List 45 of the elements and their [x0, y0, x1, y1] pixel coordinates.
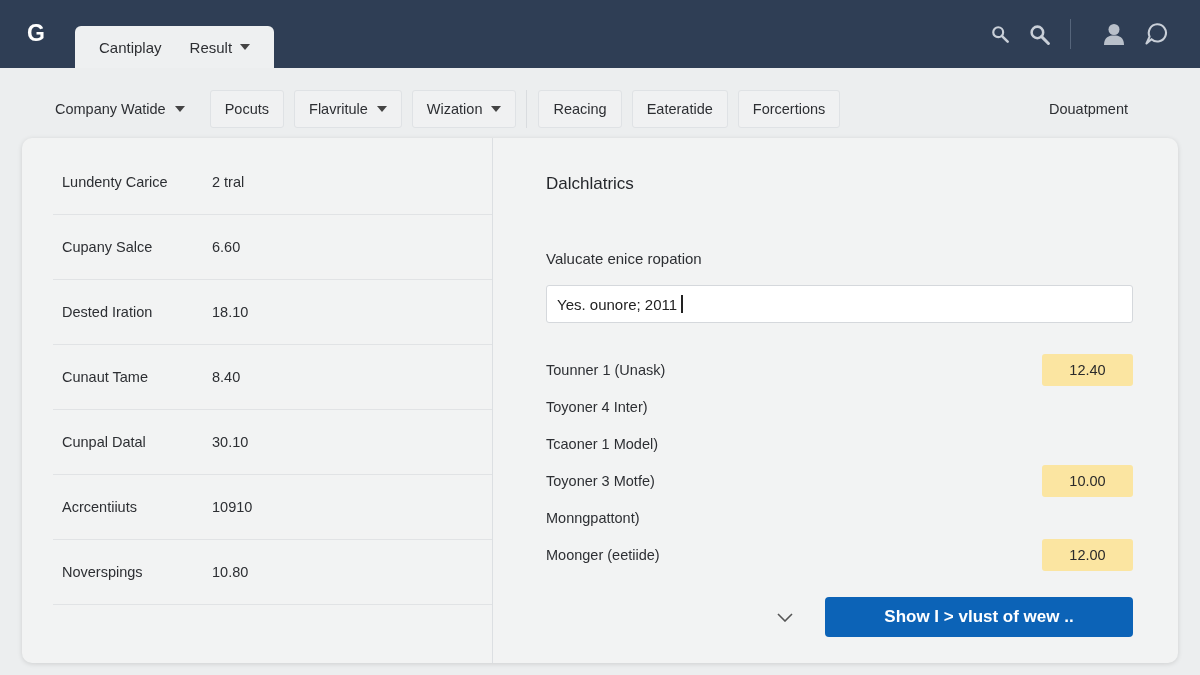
result-dropdown[interactable]: Result [189, 38, 251, 56]
row-label: Acrcentiiuts [62, 499, 138, 515]
toolbar-button[interactable]: Reacing [538, 90, 622, 128]
toolbar-button[interactable]: Pocuts [209, 90, 285, 128]
row-value: 2 tral [212, 174, 245, 190]
row-label: Cunpal Datal [62, 434, 147, 450]
search-icon[interactable] [991, 25, 1009, 43]
row-label: Cupany Salce [62, 239, 154, 255]
value-tag: 12.40 [1042, 353, 1133, 386]
row-value: 10910 [212, 499, 253, 515]
row-label: Noverspings [62, 564, 144, 580]
row-value: 18.10 [212, 304, 249, 320]
row-value: 30.10 [212, 434, 249, 450]
row-value: 6.60 [212, 239, 241, 255]
toolbar-button[interactable]: Douatpment [1034, 90, 1143, 128]
row-label: Dested Iration [62, 304, 154, 320]
caret-icon [240, 44, 251, 50]
list-item-label: Tounner 1 (Unask) [546, 361, 666, 378]
toolbar-button[interactable]: Forcertions [737, 90, 841, 128]
list-item-label: Tcaoner 1 Model) [546, 435, 659, 452]
logo: G [27, 20, 46, 47]
list-item-label: Toyoner 3 Motfe) [546, 472, 655, 489]
section-title: Dalchlatrics [546, 173, 635, 195]
toolbar-button[interactable]: Eateratide [631, 90, 728, 128]
toolbar-button[interactable]: Wization [411, 90, 517, 128]
row-value: 10.80 [212, 564, 249, 580]
show-button[interactable]: Show I > vlust of wew .. [825, 597, 1133, 637]
toolbar-button[interactable]: Company Watide [40, 90, 200, 128]
toolbar-button[interactable]: Flavritule [294, 90, 402, 128]
field-label: Valucate enice ropation [546, 249, 703, 269]
list-item-label: Moonger (eetiide) [546, 546, 660, 563]
row-label: Lundenty Carice [62, 174, 169, 190]
text-cursor-icon [681, 295, 683, 313]
tab[interactable]: Cantiplay Result [75, 26, 275, 68]
value-tag: 12.00 [1042, 538, 1133, 571]
search-icon[interactable] [1029, 23, 1050, 45]
input-field[interactable]: Yes. ounore; 2011 [546, 285, 1133, 323]
chat-bubble-icon[interactable] [1145, 23, 1168, 45]
list-item-label: Monngpattont) [546, 509, 640, 526]
row-value: 8.40 [212, 369, 241, 385]
row-label: Cunaut Tame [62, 369, 149, 385]
user-icon[interactable] [1103, 23, 1125, 45]
chevron-down-icon[interactable] [777, 612, 793, 622]
list-item-label: Toyoner 4 Inter) [546, 398, 648, 415]
value-tag: 10.00 [1042, 464, 1133, 497]
